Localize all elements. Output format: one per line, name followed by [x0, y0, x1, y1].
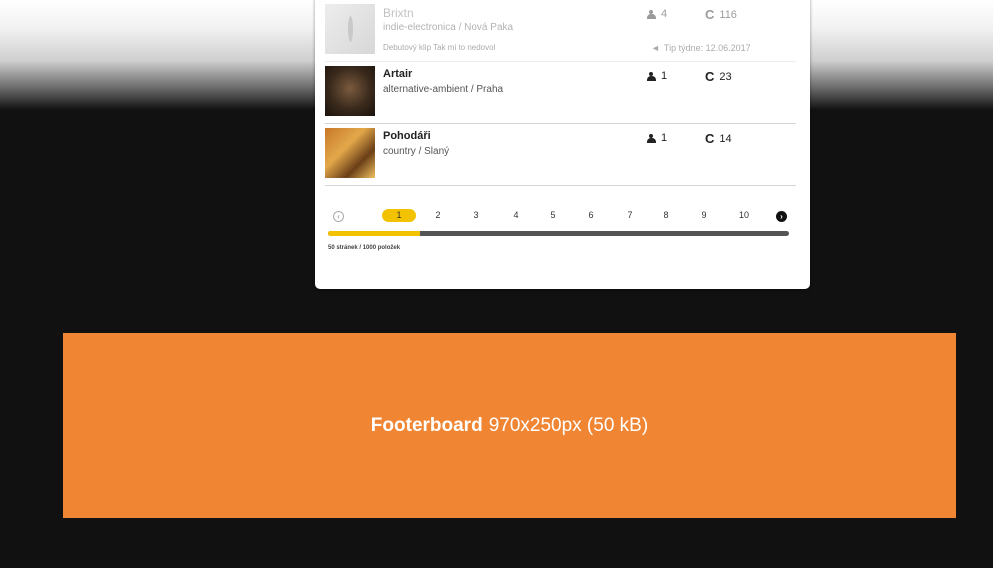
- ad-label-bold: Footerboard: [370, 414, 483, 436]
- list-item[interactable]: Artair alternative-ambient / Praha 1 C 2…: [325, 62, 796, 124]
- plays-count: C 116: [705, 8, 737, 21]
- refresh-icon: C: [705, 131, 715, 146]
- refresh-icon: C: [705, 69, 715, 84]
- feather-icon: [348, 16, 353, 42]
- plays-value: 14: [719, 132, 732, 145]
- members-value: 4: [661, 8, 668, 20]
- artist-thumbnail[interactable]: [325, 4, 375, 54]
- artist-name[interactable]: Pohodáři: [383, 130, 431, 142]
- person-icon: [647, 9, 656, 19]
- plays-value: 23: [719, 70, 732, 83]
- chevron-left-icon[interactable]: ‹: [333, 211, 344, 222]
- ad-label-size: 970x250px (50 kB): [488, 414, 649, 436]
- page-9-button[interactable]: 9: [694, 210, 714, 220]
- members-count: 1: [647, 132, 667, 144]
- plays-count: C 14: [705, 132, 732, 145]
- pagination: ‹ 1 2 3 4 5 6 7 8 9 10 ›: [328, 209, 793, 225]
- list-item[interactable]: Brixtn indie-electronica / Nová Paka Deb…: [325, 0, 796, 62]
- megaphone-icon: ◄: [651, 43, 660, 53]
- person-icon: [647, 133, 656, 143]
- page-progress-fill: [328, 231, 421, 236]
- members-count: 1: [647, 70, 667, 82]
- members-value: 1: [661, 70, 668, 82]
- tip-of-week: ◄ Tip týdne: 12.06.2017: [651, 43, 751, 53]
- page-7-button[interactable]: 7: [620, 210, 640, 220]
- right-edge: [993, 0, 1003, 568]
- refresh-icon: C: [705, 7, 715, 22]
- artist-thumbnail[interactable]: [325, 128, 375, 178]
- page-10-button[interactable]: 10: [734, 210, 754, 220]
- plays-count: C 23: [705, 70, 732, 83]
- page-6-button[interactable]: 6: [581, 210, 601, 220]
- artist-thumbnail[interactable]: [325, 66, 375, 116]
- artist-genre: indie-electronica / Nová Paka: [383, 22, 514, 33]
- page-3-button[interactable]: 3: [466, 210, 486, 220]
- list-item[interactable]: Pohodáři country / Slaný 1 C 14: [325, 124, 796, 186]
- artist-genre: country / Slaný: [383, 146, 450, 157]
- page-2-button[interactable]: 2: [428, 210, 448, 220]
- tip-text: Tip týdne: 12.06.2017: [663, 43, 751, 53]
- chevron-right-icon[interactable]: ›: [776, 211, 787, 222]
- artist-list-card: Brixtn indie-electronica / Nová Paka Deb…: [315, 0, 810, 289]
- footerboard-ad[interactable]: Footerboard 970x250px (50 kB): [63, 333, 956, 518]
- artist-name[interactable]: Brixtn: [383, 6, 414, 20]
- page-8-button[interactable]: 8: [656, 210, 676, 220]
- page-1-button[interactable]: 1: [382, 209, 416, 222]
- page-5-button[interactable]: 5: [543, 210, 563, 220]
- members-value: 1: [661, 132, 668, 144]
- plays-value: 116: [719, 8, 737, 21]
- page-progress-bar[interactable]: [328, 231, 789, 236]
- person-icon: [647, 71, 656, 81]
- page-4-button[interactable]: 4: [506, 210, 526, 220]
- artist-genre: alternative-ambient / Praha: [383, 84, 504, 95]
- members-count: 4: [647, 8, 667, 20]
- pagination-summary: 50 stránek / 1000 položek: [328, 245, 401, 251]
- artist-name[interactable]: Artair: [383, 68, 412, 80]
- artist-note: Debutový klip Tak mi to nedovol: [383, 43, 496, 52]
